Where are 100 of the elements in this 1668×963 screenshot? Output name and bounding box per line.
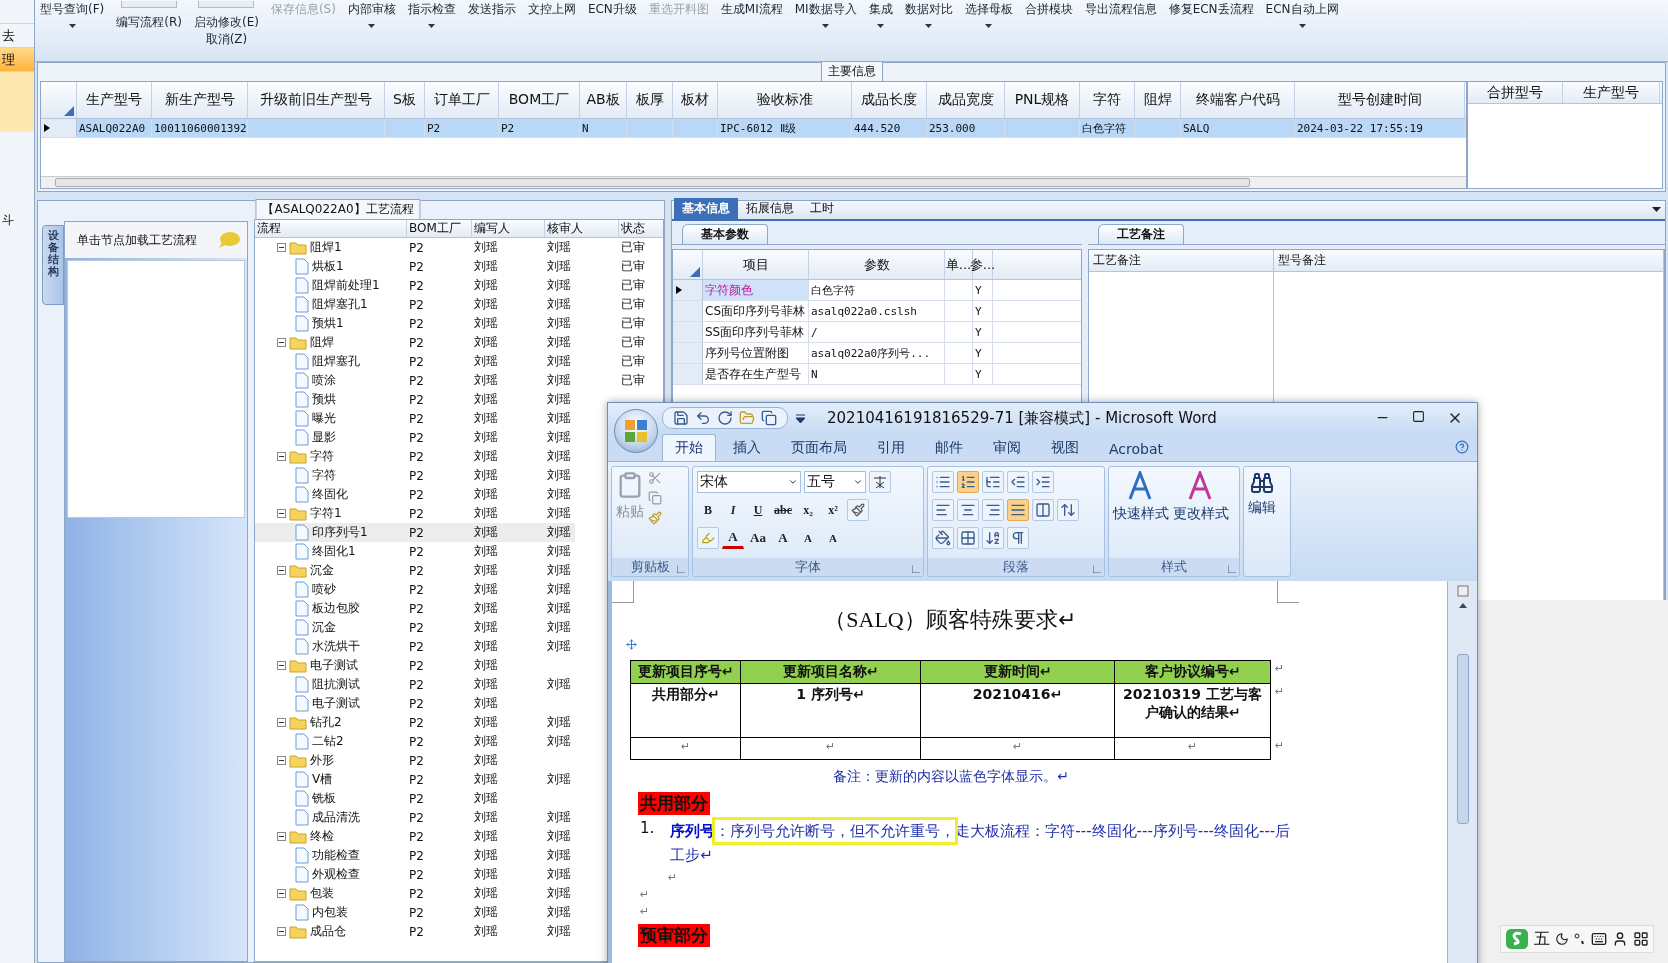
tree-row[interactable]: 电子测试 P2 刘瑶 bbox=[255, 694, 545, 713]
save-icon[interactable] bbox=[673, 410, 689, 426]
tree-row[interactable]: 字符 P2 刘瑶 刘瑶 bbox=[255, 447, 575, 466]
tree-row[interactable]: 阻焊塞孔1 P2 刘瑶 刘瑶 已审 bbox=[255, 295, 663, 314]
format-button[interactable]: A bbox=[797, 527, 819, 549]
column-header[interactable]: 阻焊 bbox=[1135, 82, 1181, 118]
collapse-icon[interactable] bbox=[277, 566, 286, 575]
styles-button[interactable]: 快速样式 bbox=[1113, 471, 1169, 554]
ribbon-tab[interactable]: 开始 bbox=[662, 434, 716, 461]
tree-row[interactable]: 水洗烘干 P2 刘瑶 刘瑶 bbox=[255, 637, 575, 656]
tree-row[interactable]: 功能检查 P2 刘瑶 刘瑶 bbox=[255, 846, 575, 865]
tree-row[interactable]: 沉金 P2 刘瑶 刘瑶 bbox=[255, 618, 575, 637]
nav-item[interactable]: 理 bbox=[0, 48, 34, 72]
copy-icon[interactable] bbox=[648, 491, 662, 505]
column-header[interactable]: 板厚 bbox=[627, 82, 673, 118]
column-header[interactable]: 流程 bbox=[255, 220, 407, 237]
tree-row[interactable]: 终检 P2 刘瑶 刘瑶 bbox=[255, 827, 575, 846]
column-header[interactable]: BOM工厂 bbox=[407, 220, 472, 237]
tab[interactable]: 基本参数 bbox=[682, 224, 768, 244]
sort-icon[interactable] bbox=[985, 530, 1001, 546]
tree-row[interactable]: 印序列号1 P2 刘瑶 刘瑶 bbox=[255, 523, 575, 542]
column-header[interactable]: 成品长度 bbox=[852, 82, 927, 118]
column-header[interactable]: 参数 bbox=[809, 250, 945, 279]
toolbar-button[interactable]: 文控上网 bbox=[527, 1, 576, 18]
row-header[interactable] bbox=[41, 119, 77, 137]
collapse-icon[interactable] bbox=[277, 756, 286, 765]
justify-icon[interactable] bbox=[1010, 502, 1026, 518]
vertical-scrollbar[interactable] bbox=[1447, 581, 1477, 963]
toolbar-button[interactable]: 生成MI流程 bbox=[720, 1, 783, 18]
undo-icon[interactable] bbox=[695, 410, 711, 426]
table-move-icon[interactable] bbox=[626, 639, 637, 650]
bullet-list-icon[interactable] bbox=[935, 474, 951, 490]
horizontal-scrollbar[interactable] bbox=[41, 176, 1466, 188]
shading-icon[interactable] bbox=[935, 530, 951, 546]
tree-row[interactable]: 阻焊1 P2 刘瑶 刘瑶 已审 bbox=[255, 238, 663, 257]
toolbar-button[interactable]: 发送指示 bbox=[467, 1, 516, 18]
tab[interactable]: 基本信息 bbox=[674, 198, 738, 219]
format-button[interactable]: Aa bbox=[747, 527, 769, 549]
toolbar-button[interactable]: 指示检查 bbox=[407, 1, 456, 18]
column-header[interactable]: 终端客户代码 bbox=[1181, 82, 1295, 118]
tree-row[interactable]: 显影 P2 刘瑶 刘瑶 bbox=[255, 428, 575, 447]
ribbon-tab[interactable]: 插入 bbox=[720, 434, 774, 461]
tree-row[interactable]: 沉金 P2 刘瑶 刘瑶 bbox=[255, 561, 575, 580]
toolbar-button[interactable]: 数据对比 bbox=[904, 1, 953, 18]
column-header[interactable]: 合拼型号 bbox=[1468, 82, 1563, 103]
numbered-list-icon[interactable] bbox=[960, 474, 976, 490]
grid-icon[interactable] bbox=[1633, 931, 1649, 947]
scissors-icon[interactable] bbox=[648, 471, 662, 485]
tree-row[interactable]: 外形 P2 刘瑶 bbox=[255, 751, 545, 770]
ribbon-tab[interactable]: 页面布局 bbox=[778, 434, 860, 461]
collapse-icon[interactable] bbox=[277, 661, 286, 670]
increase-indent-icon[interactable] bbox=[1035, 474, 1051, 490]
tree-row[interactable]: 终固化1 P2 刘瑶 刘瑶 bbox=[255, 542, 575, 561]
tree-row[interactable]: 阻焊塞孔 P2 刘瑶 刘瑶 已审 bbox=[255, 352, 663, 371]
phonetic-button[interactable] bbox=[869, 471, 891, 493]
format-button[interactable]: x₂ bbox=[797, 499, 819, 521]
toolbar-button[interactable]: ECN自动上网 bbox=[1265, 1, 1339, 18]
paragraph-marks-icon[interactable] bbox=[1010, 530, 1026, 546]
tree-row[interactable]: 二钻2 P2 刘瑶 刘瑶 bbox=[255, 732, 575, 751]
ribbon-tab[interactable]: Acrobat bbox=[1096, 436, 1176, 461]
font-size-field[interactable]: 五号 bbox=[804, 471, 866, 493]
tree-row[interactable]: 内包装 P2 刘瑶 刘瑶 bbox=[255, 903, 575, 922]
collapse-icon[interactable] bbox=[277, 832, 286, 841]
tree-row[interactable]: 外观检查 P2 刘瑶 刘瑶 bbox=[255, 865, 575, 884]
multilevel-list-icon[interactable] bbox=[985, 474, 1001, 490]
toolbar-button[interactable]: 编写流程(R) bbox=[116, 14, 182, 31]
toolbar-button[interactable]: 启动修改(E) bbox=[193, 14, 259, 31]
column-header[interactable]: 成品宽度 bbox=[927, 82, 1005, 118]
tree-row[interactable]: 喷砂 P2 刘瑶 刘瑶 bbox=[255, 580, 575, 599]
dropdown-caret-icon[interactable] bbox=[1652, 207, 1661, 212]
user-icon[interactable] bbox=[1612, 931, 1628, 947]
column-header[interactable]: 订单工厂 bbox=[425, 82, 499, 118]
format-button[interactable]: U bbox=[747, 499, 769, 521]
toolbar-button[interactable]: 取消(Z) bbox=[205, 31, 248, 48]
column-header[interactable]: AB板 bbox=[580, 82, 627, 118]
ime-mode-label[interactable]: 五 bbox=[1534, 928, 1550, 950]
toolbar-button[interactable]: 修复ECN丢流程 bbox=[1168, 1, 1254, 18]
columns-icon[interactable] bbox=[1035, 502, 1051, 518]
tree-row[interactable]: 字符1 P2 刘瑶 刘瑶 bbox=[255, 504, 575, 523]
collapse-icon[interactable] bbox=[277, 889, 286, 898]
tree-row[interactable]: 板边包胶 P2 刘瑶 刘瑶 bbox=[255, 599, 575, 618]
column-header[interactable]: 验收标准 bbox=[718, 82, 852, 118]
tree-row[interactable]: 钻孔2 P2 刘瑶 刘瑶 bbox=[255, 713, 575, 732]
toolbar-button[interactable]: 导出流程信息 bbox=[1084, 1, 1157, 18]
toolbar-button[interactable]: 型号查询(F) bbox=[40, 1, 105, 18]
tree-row[interactable]: 字符 P2 刘瑶 刘瑶 bbox=[255, 466, 575, 485]
redo-icon[interactable] bbox=[717, 410, 733, 426]
column-header[interactable]: S板 bbox=[385, 82, 425, 118]
tree-row[interactable]: 喷涂 P2 刘瑶 刘瑶 已审 bbox=[255, 371, 663, 390]
tree-row[interactable]: 阻焊前处理1 P2 刘瑶 刘瑶 已审 bbox=[255, 276, 663, 295]
format-button[interactable]: B bbox=[697, 499, 719, 521]
column-header[interactable]: 生产型号 bbox=[1563, 82, 1660, 103]
row-header[interactable] bbox=[673, 280, 703, 300]
tree-row[interactable]: 阻抗测试 P2 刘瑶 刘瑶 bbox=[255, 675, 575, 694]
copy-icon[interactable] bbox=[761, 410, 777, 426]
column-header[interactable]: 项目 bbox=[703, 250, 809, 279]
ribbon-tab[interactable]: 引用 bbox=[864, 434, 918, 461]
help-icon[interactable] bbox=[1455, 440, 1469, 454]
format-button[interactable]: A bbox=[822, 527, 844, 549]
maximize-icon[interactable] bbox=[1412, 410, 1425, 423]
